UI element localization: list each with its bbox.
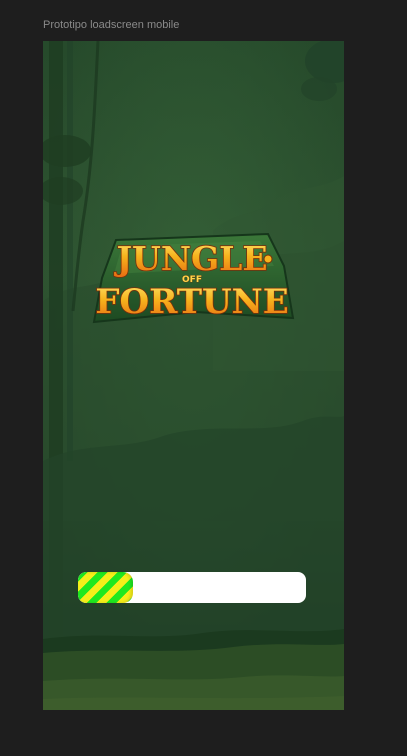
frame-label: Prototipo loadscreen mobile: [43, 19, 180, 31]
logo-dot: [263, 254, 273, 264]
logo-line3: FORTUNE: [95, 282, 288, 322]
game-logo: JUNGLE OFF FORTUNE: [92, 232, 295, 324]
loadscreen-frame: JUNGLE OFF FORTUNE: [43, 41, 344, 710]
loading-progress-bar: [78, 572, 306, 603]
logo-line1: JUNGLE: [113, 239, 267, 278]
loading-progress-fill: [78, 572, 133, 603]
jungle-background: [43, 41, 344, 710]
